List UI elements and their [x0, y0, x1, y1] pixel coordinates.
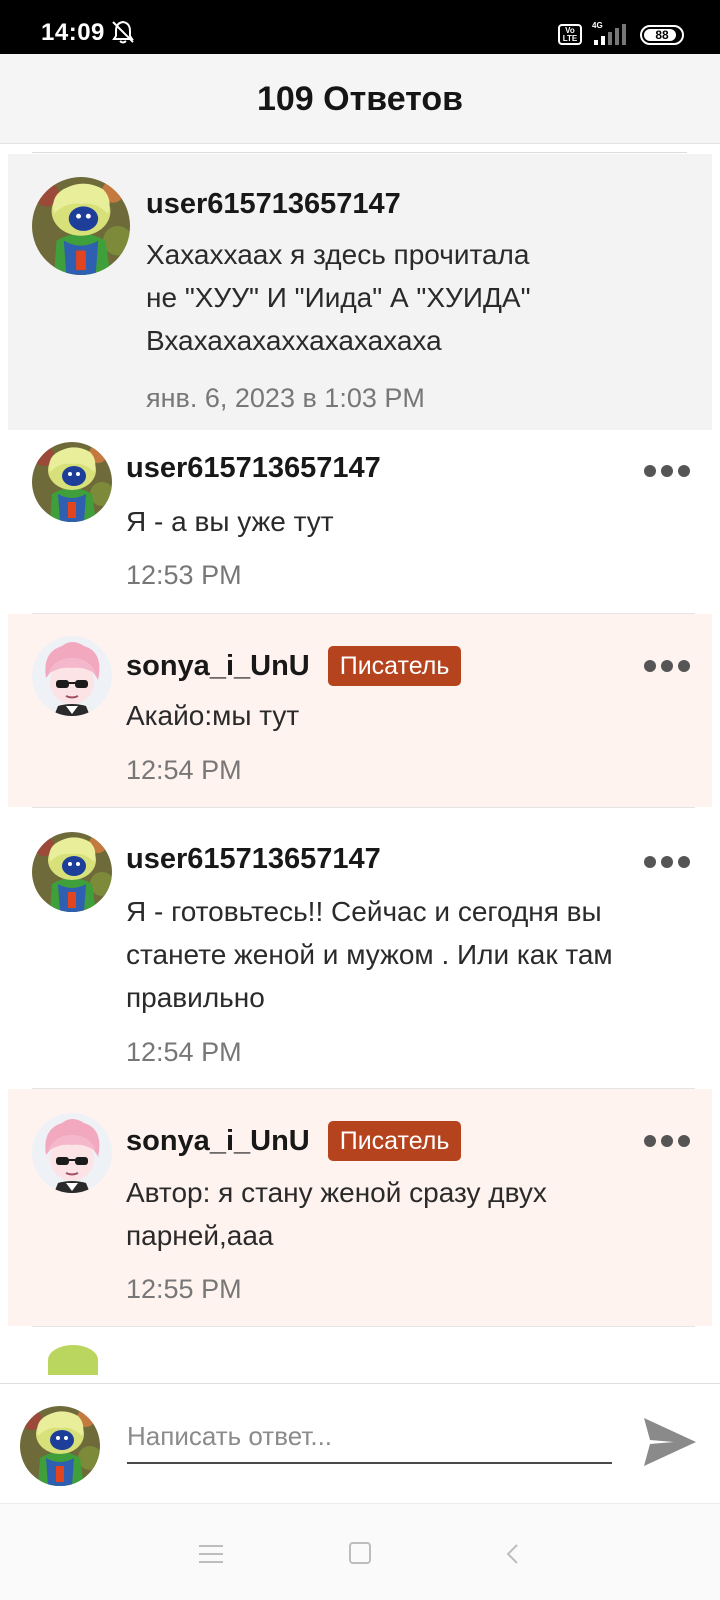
battery-level-text: 88 — [655, 28, 669, 42]
reply-input[interactable] — [127, 1402, 612, 1464]
status-bar: 14:09 Vo LTE 4G 88 — [0, 0, 720, 54]
divider — [32, 152, 687, 153]
comment-timestamp: 12:53 PM — [126, 560, 242, 590]
page-title: 109 Ответов — [256, 80, 464, 118]
comment-text: Я - а вы уже тут — [126, 506, 334, 537]
app-header: 109 Ответов — [0, 54, 720, 144]
send-icon[interactable] — [640, 1412, 700, 1472]
writer-badge: Писатель — [327, 1121, 462, 1161]
comment-text: Я - готовьтесь!! Сейчас и сегодня вы ста… — [126, 896, 613, 1013]
reply-comment[interactable]: sonya_i_UnU Писатель Акайо:мы тут 12:54 … — [8, 614, 712, 808]
avatar[interactable] — [32, 442, 112, 522]
comment-username[interactable]: user615713657147 — [126, 452, 381, 485]
comment-timestamp: янв. 6, 2023 в 1:03 PM — [146, 383, 425, 413]
notifications-muted-icon — [112, 20, 134, 44]
reply-comment[interactable]: sonya_i_UnU Писатель Автор: я стану жено… — [8, 1089, 712, 1327]
comment-timestamp: 12:54 PM — [126, 755, 242, 785]
reply-bar — [0, 1383, 720, 1503]
comment-list[interactable]: user615713657147 Хахаххаах я здесь прочи… — [0, 145, 720, 1383]
reply-comment[interactable]: user615713657147 Я - готовьтесь!! Сейчас… — [8, 808, 712, 1089]
network-type-label: 4G — [592, 21, 603, 30]
avatar[interactable] — [32, 832, 112, 912]
avatar — [48, 1345, 98, 1375]
battery-icon: 88 — [640, 25, 684, 45]
status-time: 14:09 — [41, 19, 105, 46]
system-nav-bar — [0, 1503, 720, 1600]
more-options-icon[interactable] — [644, 464, 690, 478]
comment-text: Хахаххаах я здесь прочитала не "ХУУ" И "… — [146, 239, 531, 356]
comment-timestamp: 12:54 PM — [126, 1037, 242, 1067]
comment-username[interactable]: user615713657147 — [126, 843, 381, 876]
parent-comment[interactable]: user615713657147 Хахаххаах я здесь прочи… — [8, 154, 712, 430]
more-options-icon[interactable] — [644, 659, 690, 673]
comment-text: Акайо:мы тут — [126, 700, 300, 731]
more-options-icon[interactable] — [644, 1134, 690, 1148]
signal-icon: 4G — [592, 21, 626, 45]
current-user-avatar — [20, 1406, 100, 1486]
volte-icon: Vo LTE — [558, 24, 582, 45]
writer-badge: Писатель — [327, 646, 462, 686]
comment-username[interactable]: sonya_i_UnU — [126, 650, 310, 683]
comment-timestamp: 12:55 PM — [126, 1274, 242, 1304]
recent-apps-icon[interactable] — [199, 1545, 223, 1563]
avatar[interactable] — [32, 177, 130, 275]
comment-text: Автор: я стану женой сразу двух парней,а… — [126, 1177, 547, 1251]
back-icon[interactable] — [503, 1542, 523, 1566]
reply-comment[interactable]: user615713657147 Я - а вы уже тут 12:53 … — [8, 430, 712, 614]
comment-username[interactable]: sonya_i_UnU — [126, 1125, 310, 1158]
avatar[interactable] — [32, 636, 112, 716]
more-options-icon[interactable] — [644, 855, 690, 869]
avatar[interactable] — [32, 1113, 112, 1193]
home-icon[interactable] — [349, 1542, 371, 1564]
comment-username[interactable]: user615713657147 — [146, 188, 401, 221]
